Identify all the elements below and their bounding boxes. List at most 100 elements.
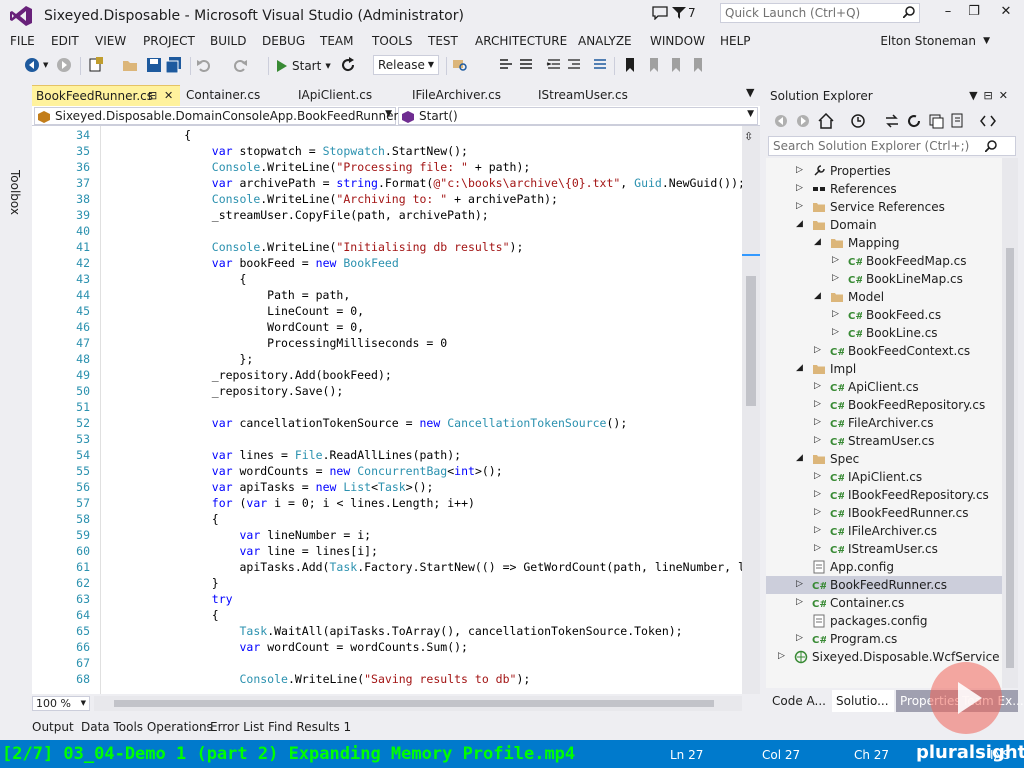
tree-item[interactable]: ▷ Properties	[766, 162, 1002, 180]
member-dropdown[interactable]: Start() ▼	[398, 107, 758, 125]
tab-istreamuser[interactable]: IStreamUser.cs	[534, 85, 654, 106]
expand-arrow-icon[interactable]: ▷	[832, 273, 839, 283]
tab-ifilearchiver[interactable]: IFileArchiver.cs	[408, 85, 532, 106]
code-line[interactable]: LineCount = 0,	[101, 304, 364, 318]
indent-icon[interactable]	[566, 57, 582, 73]
scrollbar-thumb[interactable]	[1006, 248, 1014, 668]
refresh-icon[interactable]	[906, 113, 922, 129]
forward-icon[interactable]	[56, 57, 72, 73]
code-line[interactable]: Console.WriteLine("Saving results to db"…	[101, 672, 530, 686]
expand-arrow-icon[interactable]: ▷	[796, 165, 803, 175]
code-line[interactable]: Console.WriteLine("Archiving to: " + arc…	[101, 192, 558, 206]
tab-data-tools-operations[interactable]: Data Tools Operations	[81, 720, 213, 734]
editor-horizontal-scrollbar[interactable]	[94, 696, 742, 711]
code-line[interactable]: {	[101, 272, 246, 286]
code-editor[interactable]: 34 35 36 37 38 39 40 41 42 43 44 45 46 47 48 49 50 51 52 53…	[32, 126, 742, 694]
code-line[interactable]: var wordCount = wordCounts.Sum();	[101, 640, 468, 654]
editor-vertical-scrollbar[interactable]: ⇳	[742, 126, 760, 694]
start-dropdown-icon[interactable]: ▼	[325, 62, 330, 70]
sync-icon[interactable]	[884, 113, 900, 129]
code-line[interactable]: {	[101, 128, 191, 142]
code-line[interactable]: Path = path,	[101, 288, 350, 302]
tree-item[interactable]: ▷ C# IStreamUser.cs	[766, 540, 1002, 558]
collapse-arrow-icon[interactable]: ◢	[814, 237, 821, 247]
tree-item[interactable]: ◢ Model	[766, 288, 1002, 306]
back-icon[interactable]	[24, 57, 40, 73]
menu-architecture[interactable]: ARCHITECTURE	[475, 34, 567, 48]
quick-launch-input[interactable]: Quick Launch (Ctrl+Q)	[720, 3, 920, 23]
zoom-level-select[interactable]: 100 % ▼	[32, 696, 90, 711]
tab-output[interactable]: Output	[32, 720, 74, 734]
notification-icon[interactable]	[652, 6, 668, 20]
tab-error-list[interactable]: Error List	[210, 720, 264, 734]
solution-explorer-search-input[interactable]: Search Solution Explorer (Ctrl+;)	[768, 136, 1016, 156]
find-in-files-icon[interactable]	[452, 57, 468, 73]
code-line[interactable]: for (var i = 0; i < lines.Length; i++)	[101, 496, 475, 510]
panel-header-buttons[interactable]: ▼⊟✕	[969, 89, 1014, 102]
expand-arrow-icon[interactable]: ▷	[814, 399, 821, 409]
menu-build[interactable]: BUILD	[210, 34, 246, 48]
tree-item[interactable]: ▷ Service References	[766, 198, 1002, 216]
expand-arrow-icon[interactable]: ▷	[796, 201, 803, 211]
expand-arrow-icon[interactable]: ▷	[832, 327, 839, 337]
expand-arrow-icon[interactable]: ▷	[814, 381, 821, 391]
navigate-icon[interactable]	[498, 57, 514, 73]
back-icon[interactable]	[774, 114, 788, 128]
tree-item[interactable]: ▷ C# IFileArchiver.cs	[766, 522, 1002, 540]
minimize-button[interactable]: –	[936, 4, 960, 24]
tree-item[interactable]: ▷ C# BookFeed.cs	[766, 306, 1002, 324]
tree-item[interactable]: packages.config	[766, 612, 1002, 630]
code-line[interactable]: var line = lines[i];	[101, 544, 377, 558]
collapse-arrow-icon[interactable]: ◢	[796, 363, 803, 373]
tab-container[interactable]: Container.cs	[182, 85, 292, 106]
code-line[interactable]: {	[101, 512, 219, 526]
tree-item[interactable]: ▷ C# FileArchiver.cs	[766, 414, 1002, 432]
scrollbar-thumb[interactable]	[114, 700, 714, 707]
code-line[interactable]: };	[101, 352, 253, 366]
show-all-files-icon[interactable]	[950, 113, 966, 129]
collapse-arrow-icon[interactable]: ◢	[814, 291, 821, 301]
restore-button[interactable]: ❐	[962, 4, 986, 24]
expand-arrow-icon[interactable]: ▷	[796, 183, 803, 193]
code-line[interactable]: apiTasks.Add(Task.Factory.StartNew(() =>…	[101, 560, 742, 574]
tree-item[interactable]: ▷ References	[766, 180, 1002, 198]
expand-arrow-icon[interactable]: ▷	[814, 489, 821, 499]
code-line[interactable]: ProcessingMilliseconds = 0	[101, 336, 447, 350]
code-line[interactable]: WordCount = 0,	[101, 320, 364, 334]
type-dropdown[interactable]: Sixeyed.Disposable.DomainConsoleApp.Book…	[34, 107, 398, 125]
undo-icon[interactable]	[196, 57, 212, 73]
close-button[interactable]: ✕	[994, 4, 1018, 24]
tab-solution-explorer[interactable]: Solutio...	[832, 690, 894, 712]
tree-item[interactable]: ◢ Impl	[766, 360, 1002, 378]
tree-item[interactable]: ▷ C# IBookFeedRepository.cs	[766, 486, 1002, 504]
code-line[interactable]: var apiTasks = new List<Task>();	[101, 480, 434, 494]
save-icon[interactable]	[146, 57, 162, 73]
code-line[interactable]: var cancellationTokenSource = new Cancel…	[101, 416, 627, 430]
user-dropdown-icon[interactable]: ▼	[983, 36, 990, 46]
menu-test[interactable]: TEST	[428, 34, 458, 48]
tree-item[interactable]: ▷ C# IBookFeedRunner.cs	[766, 504, 1002, 522]
tab-code-analysis[interactable]: Code A...	[768, 690, 830, 712]
pin-icon[interactable]: ⊟	[148, 89, 157, 102]
expand-arrow-icon[interactable]: ▷	[814, 543, 821, 553]
code-line[interactable]: Console.WriteLine("Processing file: " + …	[101, 160, 531, 174]
comment-icon[interactable]	[592, 57, 608, 73]
collapse-arrow-icon[interactable]: ◢	[796, 453, 803, 463]
code-line[interactable]: var lineNumber = i;	[101, 528, 371, 542]
redo-icon[interactable]	[232, 57, 248, 73]
tree-item[interactable]: ▷ C# BookFeedContext.cs	[766, 342, 1002, 360]
code-line[interactable]: {	[101, 608, 219, 622]
outdent-icon[interactable]	[546, 57, 562, 73]
next-bookmark-icon[interactable]	[668, 57, 684, 73]
new-project-icon[interactable]	[88, 57, 104, 73]
tab-iapiclient[interactable]: IApiClient.cs	[294, 85, 404, 106]
expand-arrow-icon[interactable]: ▷	[796, 633, 803, 643]
code-line[interactable]: Console.WriteLine("Initialising db resul…	[101, 240, 524, 254]
code-line[interactable]: var stopwatch = Stopwatch.StartNew();	[101, 144, 468, 158]
tree-item[interactable]: ▷ C# BookFeedRepository.cs	[766, 396, 1002, 414]
tree-item[interactable]: ▷ C# BookFeedRunner.cs	[766, 576, 1002, 594]
tree-item[interactable]: ◢ Spec	[766, 450, 1002, 468]
tree-item[interactable]: ▷ C# IApiClient.cs	[766, 468, 1002, 486]
home-icon[interactable]	[818, 113, 834, 129]
bookmark-list-icon[interactable]	[518, 57, 534, 73]
